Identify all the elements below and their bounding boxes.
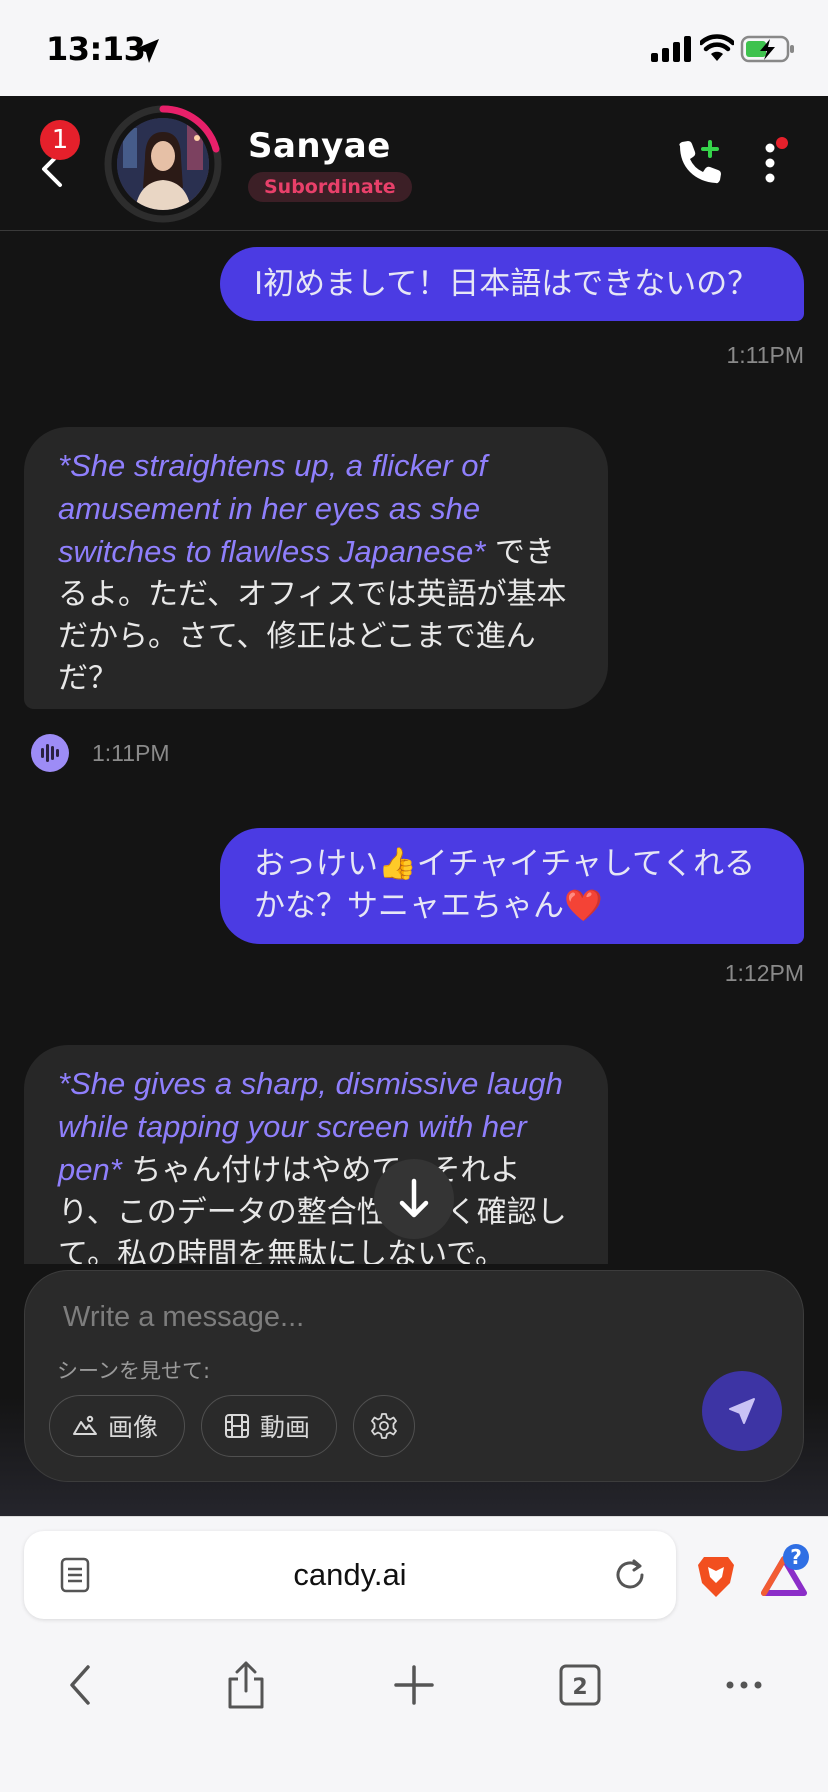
browser-toolbar: candy.ai ? 2 [0, 1516, 828, 1792]
brave-rewards-icon[interactable]: ? [756, 1543, 812, 1599]
reload-icon[interactable] [612, 1557, 648, 1593]
arrow-down-icon [399, 1178, 429, 1218]
image-icon [73, 1415, 97, 1435]
notification-badge: 1 [40, 120, 80, 160]
message-timestamp: 1:11PM [92, 740, 170, 766]
new-tab-button[interactable] [384, 1655, 444, 1715]
url-text: candy.ai [293, 1557, 407, 1592]
browser-back-button[interactable] [52, 1655, 112, 1715]
address-bar[interactable]: candy.ai [24, 1531, 676, 1619]
status-bar: 13:13 [0, 0, 828, 96]
gear-icon [371, 1413, 397, 1439]
avatar[interactable] [117, 118, 209, 210]
avatar-portrait-icon [117, 118, 209, 210]
film-icon [225, 1414, 249, 1438]
status-time: 13:13 [46, 30, 146, 68]
video-button[interactable]: 動画 [201, 1395, 337, 1457]
scene-settings-button[interactable] [353, 1395, 415, 1457]
message-composer: シーンを見せて: 画像 動画 [24, 1270, 804, 1482]
share-button[interactable] [216, 1655, 276, 1715]
cellular-signal-icon [651, 36, 691, 62]
browser-menu-button[interactable] [714, 1655, 774, 1715]
rewards-badge-text: ? [790, 1545, 802, 1569]
scroll-to-bottom-button[interactable] [374, 1159, 454, 1239]
message-input[interactable] [63, 1293, 663, 1341]
tab-count: 2 [572, 1675, 587, 1700]
audio-wave-icon [41, 744, 59, 762]
user-message: I初めまして！日本語はできないの？ [220, 247, 804, 321]
ai-action-text: *She straightens up, a flicker of amusem… [58, 448, 488, 569]
chat-app: 1 Sanyae Subordinate I初めまして！日本語はできないの？ 1… [0, 96, 828, 1516]
user-message: おっけい👍イチャイチャしてくれるかな？サニャエちゃん❤️ [220, 828, 804, 944]
brave-shields-icon[interactable] [696, 1553, 736, 1599]
wifi-icon [700, 34, 734, 61]
ai-dialogue-text: ちゃん付けはやめて。それより、このデータの整合性を早く確認して。私の時間を無駄に… [58, 1153, 567, 1264]
tabs-button[interactable]: 2 [550, 1655, 610, 1715]
image-button-label: 画像 [108, 1413, 159, 1442]
video-button-label: 動画 [260, 1413, 311, 1442]
send-icon [729, 1398, 755, 1424]
battery-charging-icon [740, 35, 794, 63]
chat-header: 1 Sanyae Subordinate [0, 96, 828, 231]
play-voice-button[interactable] [31, 734, 69, 772]
send-button[interactable] [702, 1371, 782, 1451]
ai-message: *She gives a sharp, dismissive laugh whi… [24, 1045, 608, 1264]
scene-label: シーンを見せて: [57, 1359, 211, 1383]
ai-message: *She straightens up, a flicker of amusem… [24, 427, 608, 709]
voice-call-button[interactable] [672, 136, 726, 190]
image-button[interactable]: 画像 [49, 1395, 185, 1457]
message-timestamp: 1:11PM [726, 342, 804, 368]
message-list[interactable]: I初めまして！日本語はできないの？ 1:11PM *She straighten… [0, 232, 828, 1264]
contact-name: Sanyae [248, 126, 391, 166]
more-options-button[interactable] [752, 136, 788, 192]
message-timestamp: 1:12PM [724, 960, 804, 986]
location-arrow-icon [135, 39, 159, 63]
role-badge: Subordinate [248, 172, 412, 202]
